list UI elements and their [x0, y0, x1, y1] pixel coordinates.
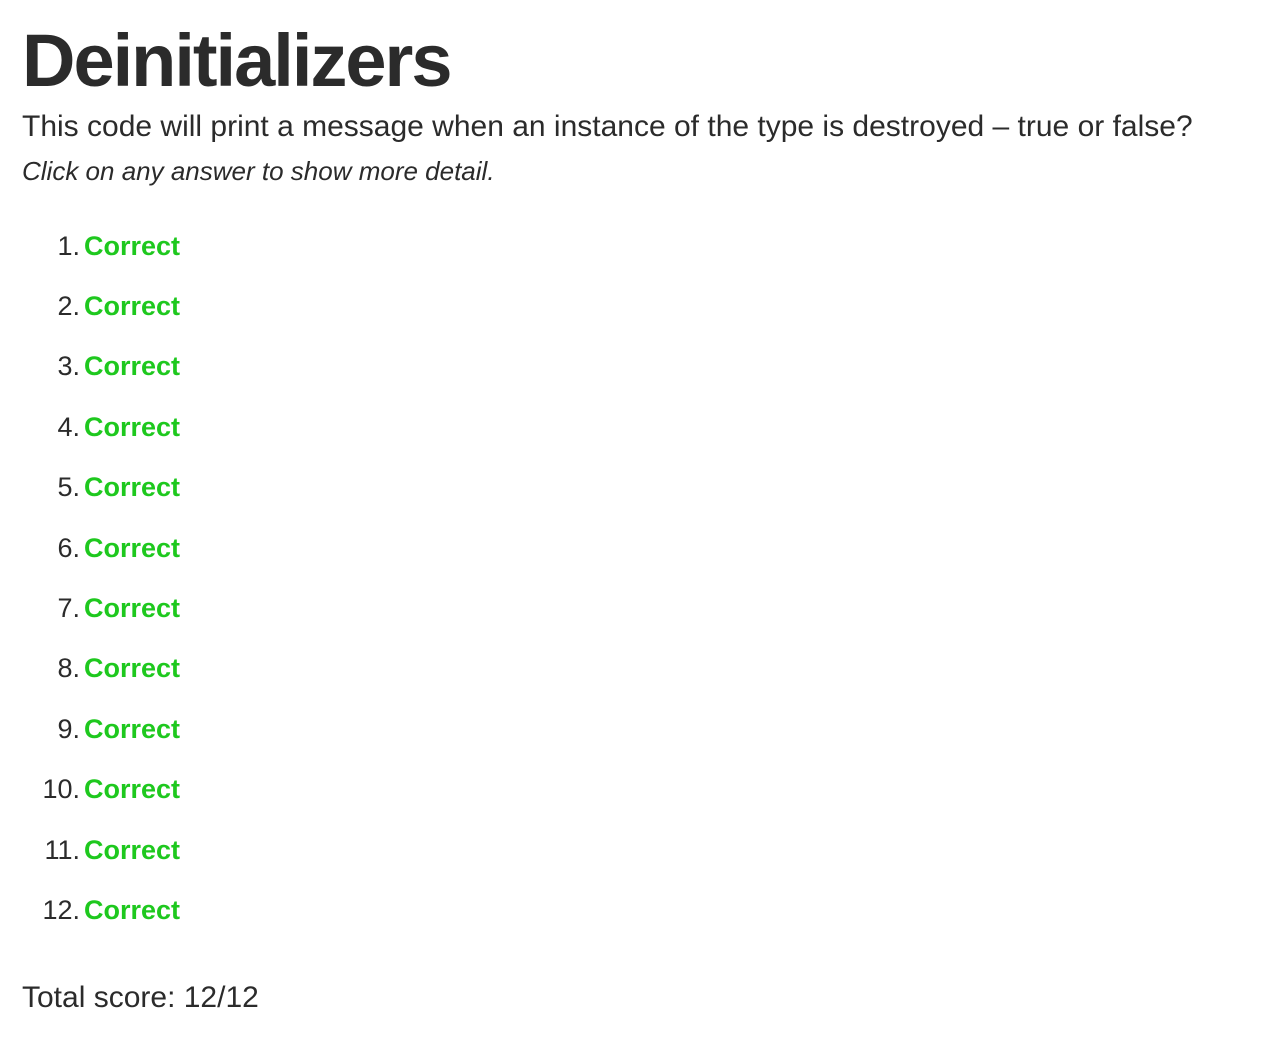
- answer-item: 11. Correct: [22, 820, 1280, 880]
- question-text: This code will print a message when an i…: [22, 110, 1193, 143]
- answer-result-link[interactable]: Correct: [84, 472, 180, 503]
- answer-item: 8. Correct: [22, 639, 1280, 699]
- answer-item: 10. Correct: [22, 760, 1280, 820]
- answer-number: 3.: [57, 351, 80, 382]
- page-title: Deinitializers: [22, 19, 453, 102]
- answer-item: 5. Correct: [22, 458, 1280, 518]
- answer-number: 11.: [44, 834, 80, 865]
- answer-number: 12.: [42, 894, 80, 925]
- answer-number: 9.: [57, 713, 80, 744]
- answer-item: 4. Correct: [22, 397, 1280, 457]
- answer-item: 12. Correct: [22, 880, 1280, 940]
- answer-list: 1. Correct 2. Correct 3. Correct 4. Corr…: [22, 216, 1280, 941]
- answer-item: 3. Correct: [22, 337, 1280, 397]
- answer-result-link[interactable]: Correct: [84, 533, 180, 564]
- answer-number: 2.: [57, 291, 80, 322]
- answer-item: 6. Correct: [22, 518, 1280, 578]
- total-score: Total score: 12/12: [22, 980, 259, 1014]
- answer-result-link[interactable]: Correct: [84, 653, 180, 684]
- answer-number: 6.: [57, 532, 80, 563]
- answer-result-link[interactable]: Correct: [84, 291, 180, 322]
- answer-result-link[interactable]: Correct: [84, 835, 180, 866]
- quiz-results-page: Deinitializers This code will print a me…: [0, 0, 1280, 1017]
- answer-result-link[interactable]: Correct: [84, 351, 180, 382]
- answer-number: 8.: [57, 653, 80, 684]
- answer-item: 9. Correct: [22, 699, 1280, 759]
- answer-result-link[interactable]: Correct: [84, 231, 180, 262]
- answer-item: 1. Correct: [22, 216, 1280, 276]
- answer-item: 7. Correct: [22, 578, 1280, 638]
- hint-text: Click on any answer to show more detail.: [22, 156, 495, 186]
- answer-result-link[interactable]: Correct: [84, 774, 180, 805]
- answer-result-link[interactable]: Correct: [84, 895, 180, 926]
- answer-number: 1.: [57, 230, 80, 261]
- answer-number: 5.: [57, 472, 80, 503]
- answer-result-link[interactable]: Correct: [84, 593, 180, 624]
- answer-result-link[interactable]: Correct: [84, 412, 180, 443]
- answer-number: 7.: [57, 593, 80, 624]
- answer-item: 2. Correct: [22, 276, 1280, 336]
- answer-number: 4.: [57, 411, 80, 442]
- answer-number: 10.: [42, 774, 80, 805]
- answer-result-link[interactable]: Correct: [84, 714, 180, 745]
